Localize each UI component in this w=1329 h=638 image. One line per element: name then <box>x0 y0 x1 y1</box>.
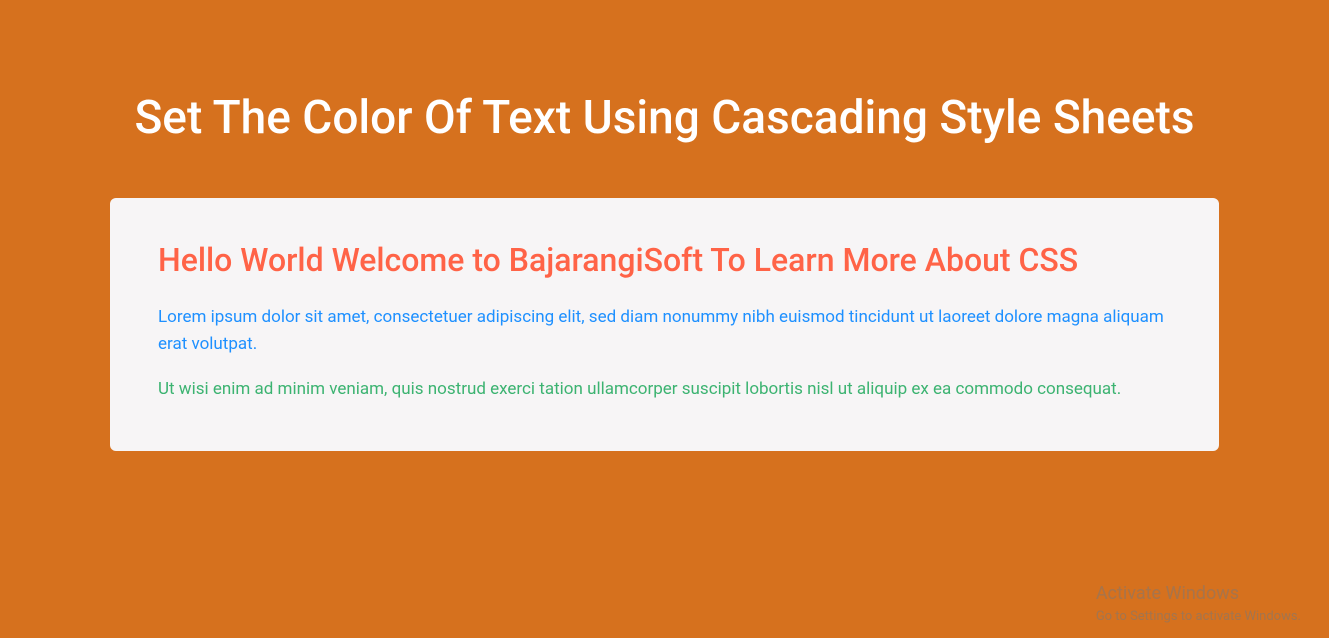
card-heading: Hello World Welcome to BajarangiSoft To … <box>158 240 1171 280</box>
paragraph-green: Ut wisi enim ad minim veniam, quis nostr… <box>158 376 1171 403</box>
watermark-subtitle: Go to Settings to activate Windows. <box>1096 608 1301 626</box>
page-title: Set The Color Of Text Using Cascading St… <box>0 0 1329 198</box>
windows-activation-watermark: Activate Windows Go to Settings to activ… <box>1096 581 1301 626</box>
paragraph-blue: Lorem ipsum dolor sit amet, consectetuer… <box>158 304 1171 358</box>
content-card: Hello World Welcome to BajarangiSoft To … <box>110 198 1219 452</box>
watermark-title: Activate Windows <box>1096 581 1301 606</box>
